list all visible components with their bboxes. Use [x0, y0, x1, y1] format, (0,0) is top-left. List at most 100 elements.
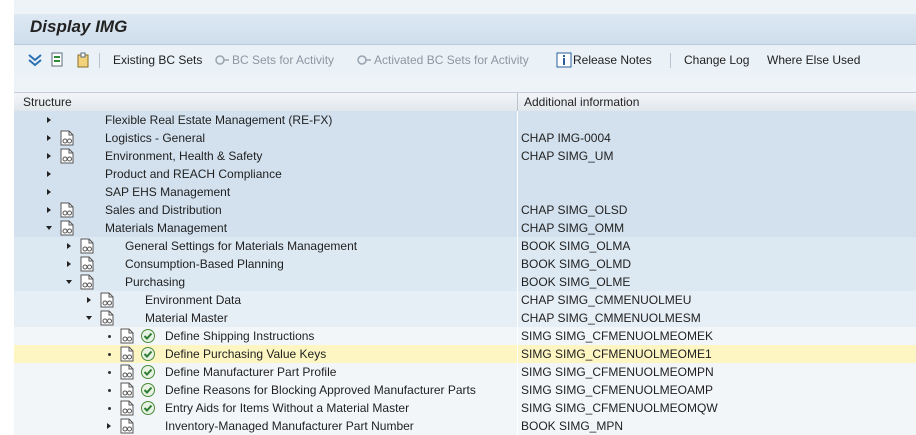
node-label: General Settings for Materials Managemen… [125, 239, 358, 253]
documentation-icon[interactable] [60, 202, 74, 218]
node-info: BOOK SIMG_OLME [521, 275, 631, 289]
bc-sets-icon [215, 55, 229, 65]
documentation-icon[interactable] [120, 346, 134, 362]
expand-arrow-icon[interactable] [64, 258, 74, 270]
tree-row[interactable]: SAP EHS Management [14, 183, 916, 201]
node-info: CHAP SIMG_UM [521, 149, 614, 163]
node-info: CHAP SIMG_OLSD [521, 203, 628, 217]
tree-row[interactable]: General Settings for Materials Managemen… [14, 237, 916, 255]
tree-row[interactable]: Product and REACH Compliance [14, 165, 916, 183]
execute-activity-icon[interactable] [140, 400, 156, 416]
node-label: Inventory-Managed Manufacturer Part Numb… [165, 419, 414, 433]
collapse-arrow-icon[interactable] [64, 276, 74, 288]
clipboard-icon[interactable] [75, 52, 91, 68]
img-tree: Flexible Real Estate Management (RE-FX) … [14, 111, 916, 435]
documentation-icon[interactable] [80, 274, 94, 290]
node-info: BOOK SIMG_MPN [521, 419, 624, 433]
title-bar: Display IMG [14, 14, 916, 45]
documentation-icon[interactable] [80, 238, 94, 254]
node-label: Define Shipping Instructions [165, 329, 315, 343]
expand-all-icon[interactable] [27, 52, 43, 68]
documentation-icon[interactable] [120, 364, 134, 380]
expand-arrow-icon[interactable] [44, 168, 54, 180]
node-info: SIMG SIMG_CFMENUOLMEOMQW [521, 401, 718, 415]
activated-bc-sets-icon [357, 55, 371, 65]
node-label: Entry Aids for Items Without a Material … [165, 401, 410, 415]
tree-row[interactable]: Materials Management CHAP SIMG_OMM [14, 219, 916, 237]
node-info: BOOK SIMG_OLMA [521, 239, 631, 253]
tree-row[interactable]: Inventory-Managed Manufacturer Part Numb… [14, 417, 916, 435]
bc-sets-for-activity-button[interactable]: BC Sets for Activity [232, 52, 334, 68]
change-log-button[interactable]: Change Log [684, 52, 749, 68]
execute-activity-icon[interactable] [140, 382, 156, 398]
expand-arrow-icon[interactable] [104, 420, 114, 432]
tree-row[interactable]: Consumption-Based Planning BOOK SIMG_OLM… [14, 255, 916, 273]
documentation-icon[interactable] [120, 328, 134, 344]
node-label: Materials Management [105, 221, 228, 235]
tree-row[interactable]: Flexible Real Estate Management (RE-FX) [14, 111, 916, 129]
activated-bc-sets-button[interactable]: Activated BC Sets for Activity [374, 52, 529, 68]
node-label: Material Master [145, 311, 228, 325]
node-label: SAP EHS Management [105, 185, 231, 199]
documentation-icon[interactable] [60, 130, 74, 146]
toolbar-separator [670, 53, 671, 68]
node-label: Sales and Distribution [105, 203, 222, 217]
leaf-bullet-icon [108, 335, 111, 338]
tree-row[interactable]: Environment Data CHAP SIMG_CMMENUOLMEU [14, 291, 916, 309]
tree-row[interactable]: Define Reasons for Blocking Approved Man… [14, 381, 916, 399]
documentation-icon[interactable] [100, 292, 114, 308]
toolbar: Existing BC Sets BC Sets for Activity Ac… [14, 45, 916, 75]
tree-row[interactable]: Purchasing BOOK SIMG_OLME [14, 273, 916, 291]
node-info: CHAP SIMG_CMMENUOLMESM [521, 311, 701, 325]
tree-row[interactable]: Sales and Distribution CHAP SIMG_OLSD [14, 201, 916, 219]
tree-row[interactable]: Material Master CHAP SIMG_CMMENUOLMESM [14, 309, 916, 327]
node-label: Consumption-Based Planning [125, 257, 284, 271]
documentation-icon[interactable] [120, 400, 134, 416]
execute-activity-icon[interactable] [140, 328, 156, 344]
node-info: CHAP SIMG_OMM [521, 221, 625, 235]
documentation-icon[interactable] [120, 382, 134, 398]
execute-activity-icon[interactable] [140, 364, 156, 380]
node-label: Define Purchasing Value Keys [165, 347, 327, 361]
execute-activity-icon[interactable] [140, 346, 156, 362]
release-notes-button[interactable]: Release Notes [573, 52, 652, 68]
expand-arrow-icon[interactable] [84, 294, 94, 306]
leaf-bullet-icon [108, 353, 111, 356]
documentation-icon[interactable] [80, 256, 94, 272]
documentation-icon[interactable] [60, 220, 74, 236]
expand-arrow-icon[interactable] [44, 186, 54, 198]
tree-row[interactable]: Define Shipping Instructions SIMG SIMG_C… [14, 327, 916, 345]
node-info: SIMG SIMG_CFMENUOLMEOMEK [521, 329, 714, 343]
collapse-arrow-icon[interactable] [44, 222, 54, 234]
collapse-arrow-icon[interactable] [84, 312, 94, 324]
node-info: BOOK SIMG_OLMD [521, 257, 632, 271]
leaf-bullet-icon [108, 407, 111, 410]
additional-info-column-header[interactable]: Additional information [524, 95, 639, 109]
existing-bc-sets-button[interactable]: Existing BC Sets [113, 52, 202, 68]
column-divider[interactable] [517, 93, 518, 111]
node-label: Environment Data [145, 293, 242, 307]
tree-row[interactable]: Define Manufacturer Part Profile SIMG SI… [14, 363, 916, 381]
node-info: CHAP SIMG_CMMENUOLMEU [521, 293, 692, 307]
node-label: Logistics - General [105, 131, 206, 145]
tree-row[interactable]: Logistics - General CHAP IMG-0004 [14, 129, 916, 147]
node-label: Purchasing [125, 275, 186, 289]
expand-arrow-icon[interactable] [44, 132, 54, 144]
tree-row[interactable]: Entry Aids for Items Without a Material … [14, 399, 916, 417]
documentation-icon[interactable] [100, 310, 114, 326]
expand-arrow-icon[interactable] [64, 240, 74, 252]
toolbar-separator [99, 53, 100, 68]
structure-column-header[interactable]: Structure [23, 95, 72, 109]
node-label: Define Reasons for Blocking Approved Man… [165, 383, 476, 397]
column-header: Structure Additional information [14, 92, 916, 112]
documentation-icon[interactable] [120, 418, 134, 434]
find-icon[interactable] [50, 52, 66, 68]
where-else-used-button[interactable]: Where Else Used [767, 52, 860, 68]
tree-row-selected[interactable]: Define Purchasing Value Keys SIMG SIMG_C… [14, 345, 916, 363]
node-info: SIMG SIMG_CFMENUOLMEOMPN [521, 365, 714, 379]
tree-row[interactable]: Environment, Health & Safety CHAP SIMG_U… [14, 147, 916, 165]
expand-arrow-icon[interactable] [44, 150, 54, 162]
expand-arrow-icon[interactable] [44, 114, 54, 126]
expand-arrow-icon[interactable] [44, 204, 54, 216]
documentation-icon[interactable] [60, 148, 74, 164]
